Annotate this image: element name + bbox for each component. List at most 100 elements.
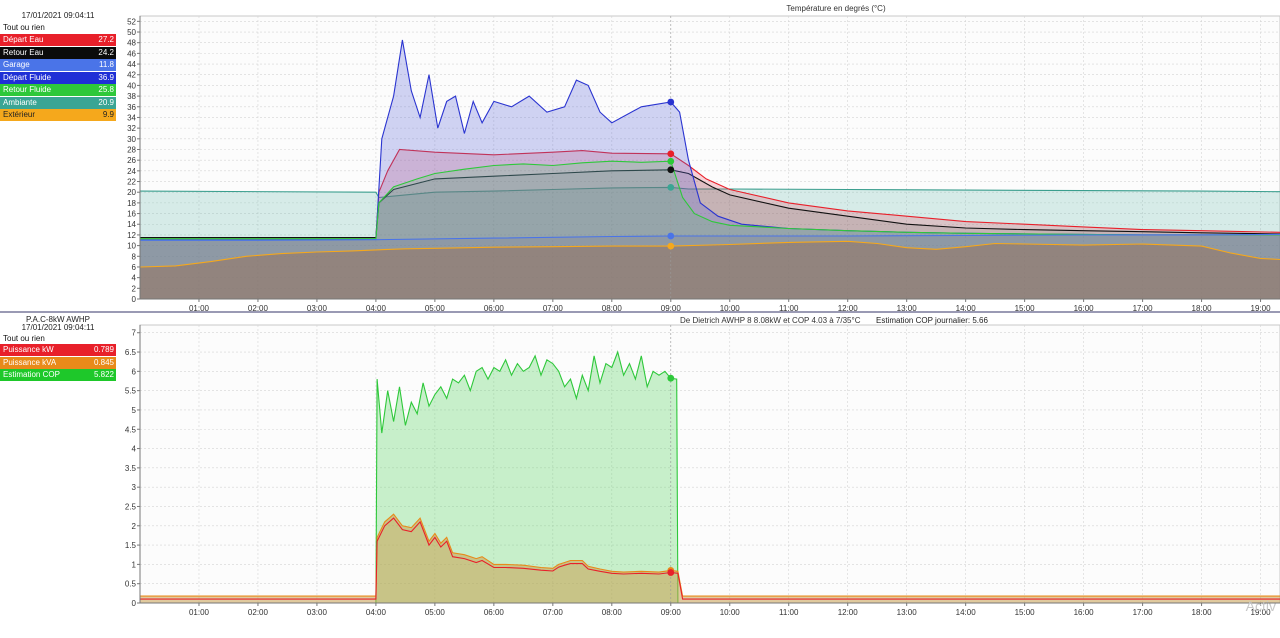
marker-exterieur <box>667 242 675 250</box>
x-tick-label: 11:00 <box>779 304 799 313</box>
x-tick-label: 16:00 <box>1074 304 1095 313</box>
y-tick-label: 50 <box>127 28 136 37</box>
y-tick-label: 3.5 <box>125 464 137 473</box>
y-tick-label: 32 <box>127 124 136 133</box>
marker-depart-eau <box>667 150 675 158</box>
y-axis: 0 0.5 1 1.5 2 2.5 3 3.5 4 4.5 5 5.5 6 6.5 7 <box>125 325 141 608</box>
x-tick-label: 14:00 <box>956 608 977 617</box>
chart-subtitle: Estimation COP journalier: 5.66 <box>876 316 988 325</box>
x-axis: 01:00 02:00 03:00 04:00 05:00 06:00 07:00 08:00… <box>140 298 1280 313</box>
y-tick-label: 4 <box>132 274 137 283</box>
y-tick-label: 26 <box>127 156 136 165</box>
y-tick-label: 30 <box>127 135 136 144</box>
x-tick-label: 03:00 <box>307 304 328 313</box>
y-tick-label: 0 <box>132 295 137 304</box>
chart-title: Température en degrés (°C) <box>786 4 886 13</box>
x-tick-label: 11:00 <box>779 608 799 617</box>
x-tick-label: 17:00 <box>1133 608 1154 617</box>
x-tick-label: 13:00 <box>897 608 918 617</box>
x-tick-label: 08:00 <box>602 608 623 617</box>
power-chart: 00.511.522.533.544.555.566.5701:00 02:00 0… <box>125 316 1280 617</box>
x-tick-label: 04:00 <box>366 608 387 617</box>
x-tick-label: 09:00 <box>661 608 682 617</box>
y-tick-label: 48 <box>127 39 136 48</box>
x-tick-label: 18:00 <box>1192 608 1213 617</box>
x-tick-label: 06:00 <box>484 608 505 617</box>
temperature-chart: 0246810121416182022242628303234363840424… <box>127 4 1280 313</box>
x-tick-label: 02:00 <box>248 608 269 617</box>
power-panel: P.A.C-8kW AWHP 17/01/2021 09:04:11 Tout … <box>0 315 1280 638</box>
x-tick-label: 09:00 <box>661 304 682 313</box>
x-tick-label: 15:00 <box>1015 608 1036 617</box>
y-tick-label: 28 <box>127 145 136 154</box>
y-tick-label: 12 <box>127 231 136 240</box>
y-tick-label: 34 <box>127 113 136 122</box>
y-tick-label: 52 <box>127 17 136 26</box>
x-tick-label: 17:00 <box>1133 304 1154 313</box>
y-tick-label: 1 <box>132 560 137 569</box>
y-tick-label: 0.5 <box>125 580 137 589</box>
marker-retour-fluide <box>667 157 675 165</box>
marker-depart-fluide <box>667 98 675 106</box>
x-tick-label: 12:00 <box>838 304 859 313</box>
y-tick-label: 16 <box>127 210 136 219</box>
temperature-panel: 17/01/2021 09:04:11 Tout ou rien Départ … <box>0 0 1280 313</box>
y-tick-label: 8 <box>132 252 137 261</box>
y-tick-label: 4 <box>132 445 137 454</box>
x-tick-label: 02:00 <box>248 304 269 313</box>
marker-ambiante <box>667 184 675 191</box>
x-tick-label: 12:00 <box>838 608 859 617</box>
x-tick-label: 05:00 <box>425 608 446 617</box>
y-tick-label: 5.5 <box>125 387 137 396</box>
x-tick-label: 03:00 <box>307 608 328 617</box>
marker-garage <box>667 232 675 240</box>
y-tick-label: 22 <box>127 178 136 187</box>
x-axis: 01:00 02:00 03:00 04:00 05:00 06:00 07:00 08:00… <box>140 602 1280 617</box>
y-tick-label: 38 <box>127 92 136 101</box>
y-tick-label: 18 <box>127 199 136 208</box>
x-tick-label: 15:00 <box>1015 304 1036 313</box>
y-tick-label: 5 <box>132 406 137 415</box>
y-tick-label: 24 <box>127 167 136 176</box>
y-tick-label: 6 <box>132 367 137 376</box>
y-tick-label: 6 <box>132 263 137 272</box>
plot-area <box>139 324 1280 604</box>
y-tick-label: 36 <box>127 103 136 112</box>
marker-retour-eau <box>667 166 675 174</box>
marker-estimation-cop <box>667 374 675 382</box>
y-axis: 0246810121416182022242628303234363840424… <box>127 16 141 304</box>
x-tick-label: 01:00 <box>189 304 210 313</box>
marker-puissance-kw <box>667 569 675 576</box>
chart-title: De Dietrich AWHP 8 8.08kW et COP 4.03 à … <box>680 316 861 325</box>
y-tick-label: 42 <box>127 71 136 80</box>
x-tick-label: 19:00 <box>1251 304 1272 313</box>
x-tick-label: 04:00 <box>366 304 387 313</box>
x-tick-label: 06:00 <box>484 304 505 313</box>
x-tick-label: 14:00 <box>956 304 977 313</box>
y-tick-label: 7 <box>132 329 137 338</box>
y-tick-label: 1.5 <box>125 541 137 550</box>
y-tick-label: 40 <box>127 81 136 90</box>
x-tick-label: 16:00 <box>1074 608 1095 617</box>
y-tick-label: 2 <box>132 284 137 293</box>
x-tick-label: 05:00 <box>425 304 446 313</box>
x-tick-label: 08:00 <box>602 304 623 313</box>
y-tick-label: 2 <box>132 522 137 531</box>
y-tick-label: 0 <box>132 599 137 608</box>
x-tick-label: 13:00 <box>897 304 918 313</box>
y-tick-label: 14 <box>127 220 136 229</box>
x-tick-label: 10:00 <box>720 608 741 617</box>
x-tick-label: 07:00 <box>543 608 564 617</box>
y-tick-label: 10 <box>127 242 136 251</box>
x-tick-label: 10:00 <box>720 304 741 313</box>
y-tick-label: 3 <box>132 483 137 492</box>
x-tick-label: 07:00 <box>543 304 564 313</box>
y-tick-label: 6.5 <box>125 348 137 357</box>
y-tick-label: 20 <box>127 188 136 197</box>
x-tick-label: 01:00 <box>189 608 210 617</box>
y-tick-label: 4.5 <box>125 425 137 434</box>
watermark-text: Activ <box>1245 598 1276 614</box>
y-tick-label: 46 <box>127 49 136 58</box>
y-tick-label: 2.5 <box>125 502 137 511</box>
x-tick-label: 18:00 <box>1192 304 1213 313</box>
